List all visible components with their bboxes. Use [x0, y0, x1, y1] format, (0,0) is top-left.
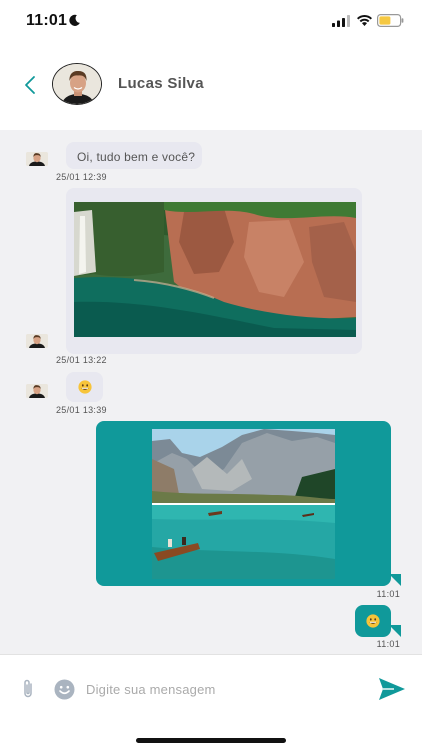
send-icon[interactable] [378, 677, 406, 701]
contact-name[interactable]: Lucas Silva [118, 75, 204, 92]
bubble-tail [389, 574, 401, 586]
message-timestamp: 11:01 [376, 589, 400, 599]
message-bubble-incoming[interactable]: Oi, tudo bem e você? [66, 142, 202, 169]
sender-avatar [26, 384, 48, 398]
grinning-face-icon [366, 614, 380, 628]
message-timestamp: 25/01 12:39 [56, 172, 107, 182]
message-bubble-outgoing[interactable] [355, 605, 391, 637]
paperclip-icon[interactable] [20, 678, 36, 700]
sender-avatar [26, 152, 48, 166]
sender-avatar [26, 334, 48, 348]
battery-icon [377, 14, 404, 27]
message-bubble-outgoing[interactable] [96, 421, 391, 586]
contact-avatar[interactable] [52, 63, 102, 105]
chat-header: Lucas Silva [0, 44, 422, 130]
home-indicator [136, 738, 286, 743]
chevron-left-icon[interactable] [22, 74, 38, 96]
message-bubble-incoming[interactable] [66, 188, 362, 354]
wifi-icon [357, 14, 372, 26]
message-composer [0, 654, 422, 720]
signal-icon [332, 15, 350, 27]
canyon-lake-photo[interactable] [74, 202, 356, 337]
message-timestamp: 25/01 13:39 [56, 405, 107, 415]
message-list[interactable]: Oi, tudo bem e você? 25/01 12:39 25/01 1… [0, 130, 422, 654]
message-timestamp: 25/01 13:22 [56, 355, 107, 365]
message-text: Oi, tudo bem e você? [77, 150, 196, 164]
mountain-lake-photo[interactable] [152, 429, 335, 579]
moon-icon [69, 14, 80, 26]
status-time: 11:01 [26, 12, 68, 29]
smiley-icon[interactable] [54, 679, 75, 700]
status-bar: 11:01 [0, 0, 422, 44]
message-bubble-incoming[interactable] [66, 372, 103, 402]
message-timestamp: 11:01 [376, 639, 400, 649]
grinning-face-icon [78, 380, 92, 394]
bubble-tail [389, 625, 401, 637]
message-input[interactable] [86, 677, 356, 701]
